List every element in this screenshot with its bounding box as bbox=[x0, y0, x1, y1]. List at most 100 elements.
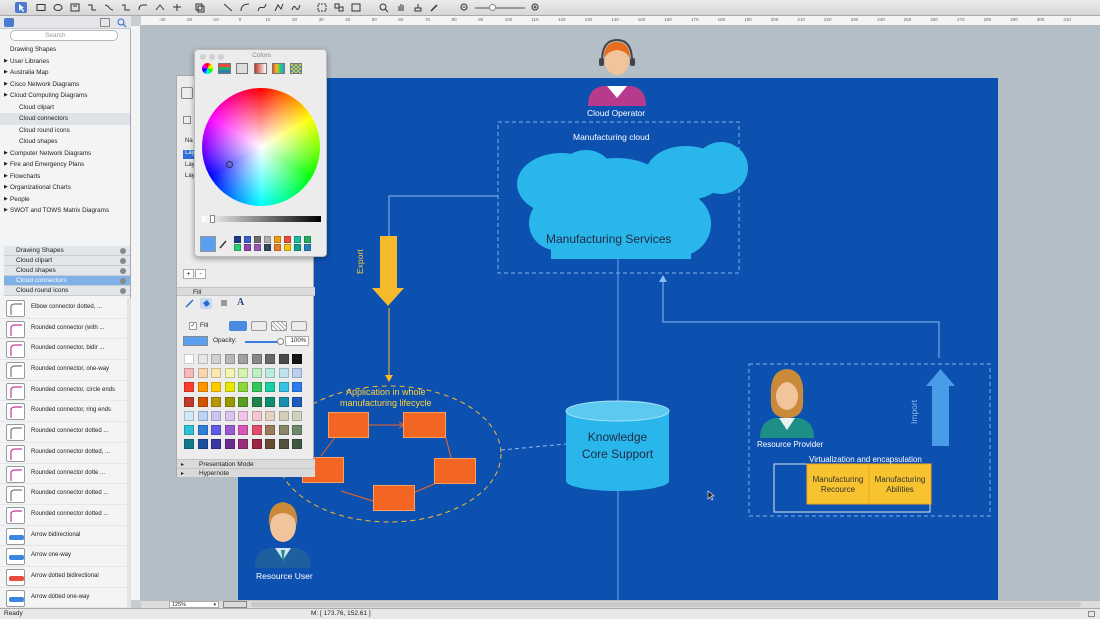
palette-swatch[interactable] bbox=[251, 439, 262, 450]
palette-swatch[interactable] bbox=[211, 368, 221, 379]
shape-list-item[interactable]: Arrow dotted bidirectional bbox=[0, 567, 127, 588]
saved-color-swatch[interactable] bbox=[264, 244, 271, 251]
palette-swatch[interactable] bbox=[265, 382, 275, 393]
add-layer-button[interactable]: + bbox=[183, 269, 194, 279]
shape-list-item[interactable]: Elbow connector dotted, ... bbox=[0, 298, 127, 319]
opacity-slider-thumb[interactable] bbox=[277, 338, 284, 345]
library-tree-item[interactable]: ▶ Flowcharts bbox=[0, 171, 130, 183]
connector-tool-icon[interactable] bbox=[86, 2, 98, 13]
presentation-mode-section[interactable]: ▸ Presentation Mode bbox=[177, 459, 315, 468]
image-palettes-tab-icon[interactable] bbox=[254, 63, 267, 74]
palette-swatch[interactable] bbox=[211, 439, 221, 450]
palette-swatch[interactable] bbox=[292, 368, 302, 379]
palette-swatch[interactable] bbox=[197, 439, 208, 450]
crayon-tab-icon[interactable] bbox=[272, 63, 285, 74]
palette-swatch[interactable] bbox=[238, 382, 248, 393]
library-tree-item[interactable]: Drawing Shapes bbox=[0, 44, 130, 56]
palette-swatch[interactable] bbox=[265, 439, 275, 450]
expand-arrow-icon[interactable]: ▶ bbox=[4, 148, 8, 160]
palette-swatch[interactable] bbox=[278, 354, 289, 364]
saved-color-swatch[interactable] bbox=[254, 244, 261, 251]
library-tree-item[interactable]: ▶ Computer Network Diagrams bbox=[0, 148, 130, 160]
clone-icon[interactable] bbox=[194, 2, 206, 13]
palette-swatch[interactable] bbox=[238, 410, 248, 421]
polyline-tool-icon[interactable] bbox=[273, 2, 285, 13]
palette-swatch[interactable] bbox=[211, 410, 221, 421]
open-library-header[interactable]: Cloud connectors bbox=[4, 276, 130, 286]
color-sliders-tab-icon[interactable] bbox=[218, 63, 231, 74]
horizontal-scrollbar-thumb[interactable] bbox=[251, 602, 1081, 607]
shape-list-item[interactable]: Rounded connector dotted, ... bbox=[0, 443, 127, 464]
fill-section-header[interactable]: Fill bbox=[177, 287, 315, 296]
library-tree-item[interactable]: ▶ Organizational Charts bbox=[0, 182, 130, 194]
zoom-slider[interactable] bbox=[475, 4, 525, 11]
palette-swatch[interactable] bbox=[184, 439, 194, 450]
palette-swatch[interactable] bbox=[292, 382, 302, 393]
shape-list-item[interactable]: Rounded connector, bidir ... bbox=[0, 339, 127, 361]
shape-list-item[interactable]: Rounded connector, circle ends bbox=[0, 381, 127, 402]
rectangle-tool-icon[interactable] bbox=[35, 2, 47, 13]
library-tree-item[interactable]: ▶ SWOT and TOWS Matrix Diagrams bbox=[0, 205, 130, 217]
lifecycle-box-1[interactable] bbox=[328, 412, 369, 438]
saved-color-swatch[interactable] bbox=[294, 244, 301, 251]
fill-checkbox[interactable]: ✓ bbox=[189, 322, 197, 330]
palette-swatch[interactable] bbox=[211, 396, 221, 407]
library-tree-item[interactable]: ▶ Australia Map bbox=[0, 67, 130, 79]
saved-color-swatch[interactable] bbox=[264, 236, 271, 243]
palette-swatch[interactable] bbox=[224, 354, 235, 364]
freehand-tool-icon[interactable] bbox=[290, 2, 302, 13]
page-navigation[interactable] bbox=[223, 601, 247, 608]
palette-swatch[interactable] bbox=[211, 382, 221, 393]
saved-color-swatch[interactable] bbox=[274, 236, 281, 243]
curve-connector-icon[interactable] bbox=[103, 2, 115, 13]
shape-list-item[interactable]: Arrow dotted one-way bbox=[0, 588, 127, 609]
palette-swatch[interactable] bbox=[224, 425, 235, 435]
palette-swatch[interactable] bbox=[278, 410, 289, 421]
palette-swatch[interactable] bbox=[184, 368, 194, 379]
inspector-checkbox-icon[interactable] bbox=[183, 116, 191, 124]
palette-swatch[interactable] bbox=[224, 439, 235, 450]
lifecycle-box-4[interactable] bbox=[373, 485, 415, 511]
zoom-out-icon[interactable] bbox=[459, 2, 471, 13]
expand-arrow-icon[interactable]: ▶ bbox=[4, 90, 8, 102]
remove-layer-button[interactable]: - bbox=[195, 269, 206, 279]
saved-color-swatch[interactable] bbox=[284, 244, 291, 251]
close-library-icon[interactable] bbox=[120, 278, 126, 284]
zoom-in-icon[interactable] bbox=[530, 2, 542, 13]
library-tree-item[interactable]: Cloud clipart bbox=[0, 102, 130, 114]
close-library-icon[interactable] bbox=[120, 288, 126, 294]
open-library-header[interactable]: Cloud shapes bbox=[4, 266, 130, 276]
palette-swatch[interactable] bbox=[265, 396, 275, 407]
text-tool-icon[interactable] bbox=[69, 2, 81, 13]
fill-color-well[interactable] bbox=[183, 336, 208, 346]
saved-color-swatch[interactable] bbox=[304, 244, 311, 251]
opacity-slider[interactable] bbox=[245, 338, 284, 345]
zoom-select[interactable]: 125% ▾ bbox=[169, 601, 219, 608]
lifecycle-box-3[interactable] bbox=[434, 458, 476, 484]
close-library-icon[interactable] bbox=[120, 268, 126, 274]
palette-swatch[interactable] bbox=[197, 410, 208, 421]
color-wheel-tab-icon[interactable] bbox=[202, 63, 213, 74]
palette-swatch[interactable] bbox=[197, 425, 208, 435]
palette-swatch[interactable] bbox=[184, 354, 194, 364]
library-tree-item[interactable]: ▶ User Libraries bbox=[0, 56, 130, 68]
saved-color-swatch[interactable] bbox=[294, 236, 301, 243]
palette-swatch[interactable] bbox=[251, 396, 262, 407]
palette-swatch[interactable] bbox=[292, 354, 302, 364]
palette-swatch[interactable] bbox=[265, 354, 275, 364]
arc-tool-icon[interactable] bbox=[239, 2, 251, 13]
expand-arrow-icon[interactable]: ▶ bbox=[4, 171, 8, 183]
hypernote-section[interactable]: ▸ Hypernote bbox=[177, 468, 315, 477]
palette-swatch[interactable] bbox=[224, 396, 235, 407]
zoom-slider-thumb[interactable] bbox=[489, 4, 496, 11]
gradient-fill-button[interactable] bbox=[251, 321, 267, 331]
pan-tool-icon[interactable] bbox=[395, 2, 407, 13]
pencils-tab-icon[interactable] bbox=[290, 63, 302, 74]
opacity-input[interactable]: 100% bbox=[285, 336, 309, 346]
lifecycle-box-2[interactable] bbox=[403, 412, 446, 438]
palette-swatch[interactable] bbox=[292, 410, 302, 421]
pen-icon[interactable] bbox=[184, 298, 195, 309]
fill-bucket-icon[interactable] bbox=[200, 298, 212, 309]
smart-connector-icon[interactable] bbox=[120, 2, 132, 13]
text-format-icon[interactable]: A bbox=[237, 297, 248, 309]
